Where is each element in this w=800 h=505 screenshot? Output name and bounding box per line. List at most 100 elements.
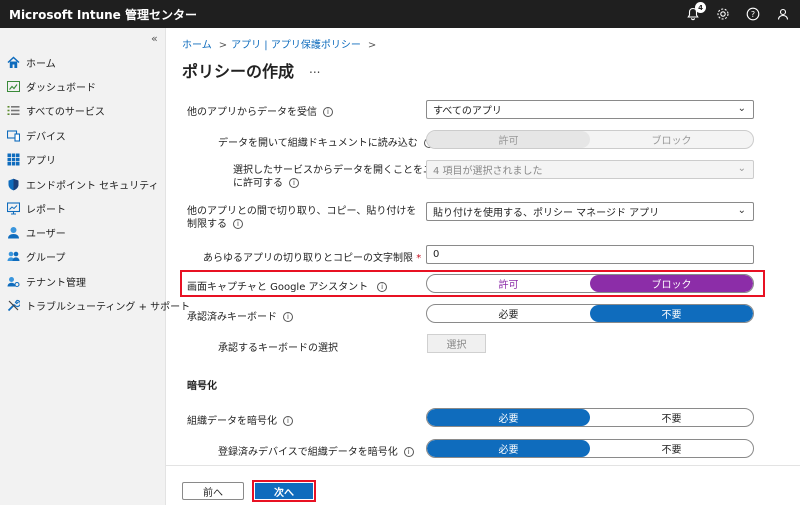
- sidebar-item-label: アプリ: [26, 155, 56, 167]
- shield-icon: [6, 177, 20, 191]
- footer-divider: [166, 465, 800, 466]
- toggle-required[interactable]: 必要: [427, 440, 590, 457]
- label-text: に許可する: [233, 178, 283, 189]
- app-title[interactable]: Microsoft Intune 管理センター: [9, 6, 197, 23]
- more-options-icon[interactable]: ...: [309, 62, 320, 76]
- bell-icon[interactable]: 4: [684, 2, 706, 23]
- encrypt-org-data-toggle[interactable]: 必要 不要: [426, 408, 754, 427]
- toggle-not-required[interactable]: 不要: [590, 409, 753, 426]
- notification-badge: 4: [695, 2, 706, 13]
- receive-data-dropdown[interactable]: すべてのアプリ ⌄: [426, 100, 754, 119]
- info-icon[interactable]: i: [377, 282, 388, 292]
- char-limit-label: あらゆるアプリの切り取りとコピーの文字制限 *: [203, 249, 421, 264]
- reports-icon: [6, 201, 20, 215]
- label-text: 画面キャプチャと Google アシスタント: [187, 282, 369, 293]
- open-data-label: データを開いて組織ドキュメントに読み込むi: [218, 134, 434, 149]
- toggle-allow[interactable]: 許可: [427, 275, 590, 292]
- apps-grid-icon: [6, 152, 20, 166]
- select-keyboards-label: 承認するキーボードの選択: [218, 343, 338, 354]
- top-bar: Microsoft Intune 管理センター 4 ?: [0, 0, 800, 28]
- wrench-icon: [6, 298, 20, 312]
- sidebar-item-home[interactable]: ホーム: [6, 52, 56, 72]
- label-text: データを開いて組織ドキュメントに読み込む: [218, 138, 418, 149]
- sidebar-item-label: レポート: [26, 204, 66, 216]
- sidebar-item-users[interactable]: ユーザー: [6, 222, 66, 242]
- sidebar-item-label: エンドポイント セキュリティ: [26, 180, 159, 192]
- info-icon[interactable]: i: [283, 416, 293, 426]
- sidebar-item-tenant-admin[interactable]: テナント管理: [6, 271, 86, 291]
- previous-button[interactable]: 前へ: [182, 482, 244, 500]
- encrypt-enrolled-label: 登録済みデバイスで組織データを暗号化 i: [218, 443, 414, 458]
- home-icon: [6, 55, 20, 69]
- sidebar-item-label: テナント管理: [26, 277, 86, 289]
- chevron-down-icon: ⌄: [737, 103, 746, 114]
- open-data-toggle[interactable]: 許可 ブロック: [426, 130, 754, 149]
- encryption-section-header: 暗号化: [187, 381, 217, 392]
- toggle-not-required[interactable]: 不要: [590, 305, 753, 322]
- sidebar-item-dashboard[interactable]: ダッシュボード: [6, 76, 96, 96]
- sidebar-item-label: ホーム: [26, 58, 56, 70]
- sidebar-item-label: すべてのサービス: [26, 106, 105, 118]
- sidebar-item-label: グループ: [26, 252, 66, 264]
- dashboard-icon: [6, 79, 20, 93]
- tenant-admin-icon: [6, 274, 20, 288]
- toggle-block[interactable]: ブロック: [590, 275, 753, 292]
- sidebar-item-reports[interactable]: レポート: [6, 198, 66, 218]
- group-icon: [6, 249, 20, 263]
- required-marker: *: [416, 253, 422, 264]
- label-text: 他のアプリからデータを受信: [187, 107, 317, 118]
- sidebar: « ホーム ダッシュボード すべてのサービス デバイス アプリ エンドポイント …: [0, 28, 190, 505]
- dropdown-value: 貼り付けを使用する、ポリシー マネージド アプリ: [433, 208, 660, 219]
- info-icon[interactable]: i: [283, 312, 293, 322]
- toggle-required[interactable]: 必要: [427, 409, 590, 426]
- allowed-services-dropdown[interactable]: 4 項目が選択されました ⌄: [426, 160, 754, 179]
- dropdown-value: 4 項目が選択されました: [433, 166, 543, 177]
- toggle-required[interactable]: 必要: [427, 305, 590, 322]
- info-icon[interactable]: i: [403, 447, 414, 457]
- sidebar-item-apps[interactable]: アプリ: [6, 149, 56, 169]
- breadcrumb: ホーム > アプリ | アプリ保護ポリシー >: [182, 36, 380, 51]
- info-icon[interactable]: i: [289, 178, 299, 188]
- approved-keyboards-toggle[interactable]: 必要 不要: [426, 304, 754, 323]
- info-icon[interactable]: i: [233, 219, 243, 229]
- chevron-right-icon: >: [367, 40, 377, 51]
- chevron-right-icon: >: [218, 40, 228, 51]
- list-icon: [6, 103, 20, 117]
- help-icon[interactable]: ?: [744, 5, 762, 23]
- toggle-not-required[interactable]: 不要: [590, 440, 753, 457]
- breadcrumb-home[interactable]: ホーム: [182, 40, 212, 51]
- info-icon[interactable]: i: [323, 107, 333, 117]
- screen-capture-toggle[interactable]: 許可 ブロック: [426, 274, 754, 293]
- cut-copy-paste-label: 他のアプリとの間で切り取り、コピー、貼り付けを 制限する i: [187, 205, 416, 231]
- label-text: 組織データを暗号化: [187, 416, 277, 427]
- breadcrumb-app-protection[interactable]: アプリ | アプリ保護ポリシー: [231, 40, 361, 51]
- collapse-sidebar-icon[interactable]: «: [151, 32, 158, 45]
- char-limit-input[interactable]: 0: [426, 245, 754, 264]
- encrypt-enrolled-toggle[interactable]: 必要 不要: [426, 439, 754, 458]
- label-text: 登録済みデバイスで組織データを暗号化: [218, 447, 398, 458]
- feedback-icon[interactable]: [774, 5, 792, 23]
- sidebar-item-label: ユーザー: [26, 228, 66, 240]
- toggle-allow[interactable]: 許可: [427, 131, 590, 148]
- chevron-down-icon: ⌄: [737, 163, 746, 174]
- sidebar-item-troubleshooting[interactable]: トラブルシューティング + サポート: [6, 295, 190, 315]
- next-button-highlight: 次へ: [252, 480, 316, 502]
- label-text: 承認済みキーボード: [187, 312, 277, 323]
- gear-icon[interactable]: [714, 5, 732, 23]
- screen-capture-label: 画面キャプチャと Google アシスタント i: [187, 278, 388, 293]
- receive-data-label: 他のアプリからデータを受信 i: [187, 103, 333, 118]
- sidebar-item-devices[interactable]: デバイス: [6, 125, 66, 145]
- sidebar-item-label: デバイス: [26, 131, 66, 143]
- cut-copy-paste-dropdown[interactable]: 貼り付けを使用する、ポリシー マネージド アプリ ⌄: [426, 202, 754, 221]
- sidebar-item-groups[interactable]: グループ: [6, 246, 65, 266]
- select-keyboards-button[interactable]: 選択: [427, 334, 486, 353]
- next-button[interactable]: 次へ: [255, 483, 313, 499]
- user-icon: [6, 225, 20, 239]
- toggle-block[interactable]: ブロック: [590, 131, 753, 148]
- label-text: 他のアプリとの間で切り取り、コピー、貼り付けを: [187, 206, 417, 217]
- sidebar-item-label: ダッシュボード: [26, 82, 96, 94]
- sidebar-item-endpoint-security[interactable]: エンドポイント セキュリティ: [6, 174, 159, 194]
- chevron-down-icon: ⌄: [737, 205, 746, 216]
- sidebar-item-all-services[interactable]: すべてのサービス: [6, 100, 105, 120]
- encrypt-org-data-label: 組織データを暗号化 i: [187, 412, 293, 427]
